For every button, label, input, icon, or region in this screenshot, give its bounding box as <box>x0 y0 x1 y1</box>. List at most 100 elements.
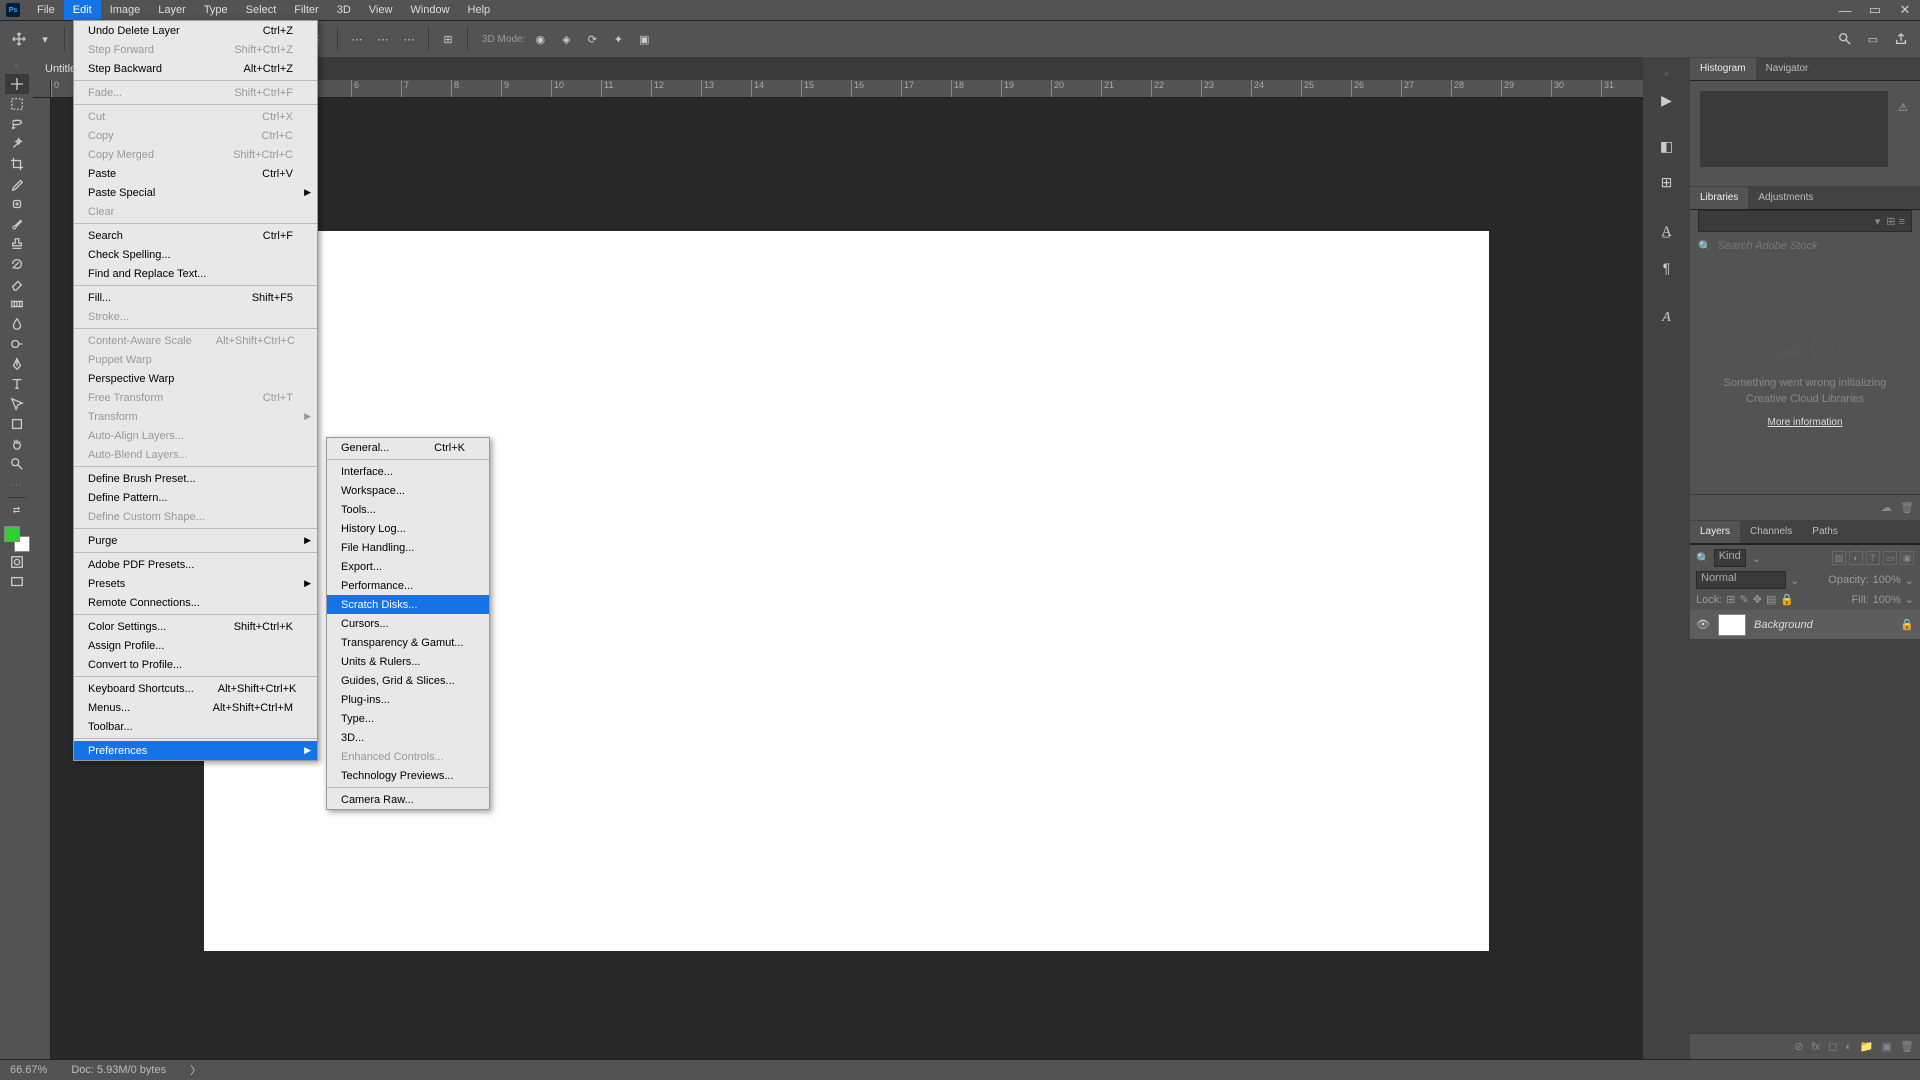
menu-item-color-settings[interactable]: Color Settings...Shift+Ctrl+K <box>74 617 317 636</box>
swatches-panel-icon[interactable]: ⊞ <box>1651 166 1683 198</box>
type-tool[interactable] <box>5 374 29 394</box>
slide-icon[interactable]: ✦ <box>607 28 629 50</box>
menu-item-paste-special[interactable]: Paste Special▶ <box>74 183 317 202</box>
filter-adjust-icon[interactable]: ◐ <box>1849 551 1863 565</box>
trash-icon[interactable]: 🗑 <box>1900 501 1914 514</box>
tool-options-icon[interactable]: ▾ <box>34 28 56 50</box>
lock-nest-icon[interactable]: ▤ <box>1766 593 1776 606</box>
menu-item-find-and-replace-text[interactable]: Find and Replace Text... <box>74 264 317 283</box>
character-panel-icon[interactable]: A̲ <box>1651 216 1683 248</box>
lock-pos-icon[interactable]: ✥ <box>1753 593 1762 606</box>
layer-name[interactable]: Background <box>1754 619 1813 631</box>
menu-layer[interactable]: Layer <box>149 0 195 20</box>
workspace-icon[interactable]: ▭ <box>1862 28 1884 50</box>
scale-icon[interactable]: ▣ <box>633 28 655 50</box>
menu-item-scratch-disks[interactable]: Scratch Disks... <box>327 595 489 614</box>
menu-item-perspective-warp[interactable]: Perspective Warp <box>74 369 317 388</box>
menu-item-step-backward[interactable]: Step BackwardAlt+Ctrl+Z <box>74 59 317 78</box>
menu-item-convert-to-profile[interactable]: Convert to Profile... <box>74 655 317 674</box>
menu-item-define-pattern[interactable]: Define Pattern... <box>74 488 317 507</box>
color-swatches[interactable] <box>4 526 30 552</box>
menu-select[interactable]: Select <box>237 0 286 20</box>
menu-item-keyboard-shortcuts[interactable]: Keyboard Shortcuts...Alt+Shift+Ctrl+K <box>74 679 317 698</box>
group-icon[interactable]: 📁 <box>1860 1040 1874 1053</box>
menu-edit[interactable]: Edit <box>64 0 101 20</box>
filter-shape-icon[interactable]: ▭ <box>1883 551 1897 565</box>
move-tool-icon[interactable] <box>8 28 30 50</box>
menu-item-3d[interactable]: 3D... <box>327 728 489 747</box>
close-button[interactable]: ✕ <box>1890 0 1920 20</box>
menu-item-purge[interactable]: Purge▶ <box>74 531 317 550</box>
marquee-tool[interactable] <box>5 94 29 114</box>
menu-item-camera-raw[interactable]: Camera Raw... <box>327 790 489 809</box>
menu-item-undo-delete-layer[interactable]: Undo Delete LayerCtrl+Z <box>74 21 317 40</box>
move-tool[interactable] <box>5 74 29 94</box>
menu-item-workspace[interactable]: Workspace... <box>327 481 489 500</box>
visibility-icon[interactable]: 👁 <box>1696 618 1710 631</box>
menu-item-file-handling[interactable]: File Handling... <box>327 538 489 557</box>
filter-type-icon[interactable]: T <box>1866 551 1880 565</box>
tab-paths[interactable]: Paths <box>1802 521 1848 543</box>
mask-icon[interactable]: ◻ <box>1828 1040 1837 1053</box>
layer-row[interactable]: 👁 Background 🔒 <box>1690 610 1920 640</box>
play-icon[interactable]: ▶ <box>1651 84 1683 116</box>
menu-image[interactable]: Image <box>101 0 150 20</box>
lock-trans-icon[interactable]: ⊞ <box>1726 593 1735 606</box>
menu-item-presets[interactable]: Presets▶ <box>74 574 317 593</box>
menu-window[interactable]: Window <box>401 0 458 20</box>
menu-item-interface[interactable]: Interface... <box>327 462 489 481</box>
dodge-tool[interactable] <box>5 334 29 354</box>
share-icon[interactable] <box>1890 28 1912 50</box>
layer-filter[interactable]: Kind <box>1714 549 1746 567</box>
menu-item-units-rulers[interactable]: Units & Rulers... <box>327 652 489 671</box>
blend-mode[interactable]: Normal <box>1696 571 1786 589</box>
auto-align-icon[interactable]: ⊞ <box>437 28 459 50</box>
search-icon[interactable] <box>1834 28 1856 50</box>
menu-item-search[interactable]: SearchCtrl+F <box>74 226 317 245</box>
menu-item-toolbar[interactable]: Toolbar... <box>74 717 317 736</box>
gradient-tool[interactable] <box>5 294 29 314</box>
delete-icon[interactable]: 🗑 <box>1900 1040 1914 1053</box>
status-arrow[interactable]: 〉 <box>190 1062 201 1078</box>
ruler-vertical[interactable] <box>33 98 51 1059</box>
pen-tool[interactable] <box>5 354 29 374</box>
minimize-button[interactable]: — <box>1830 0 1860 20</box>
layer-thumbnail[interactable] <box>1718 614 1746 636</box>
roll-icon[interactable]: ⟳ <box>581 28 603 50</box>
zoom-level[interactable]: 66.67% <box>10 1064 47 1076</box>
pan-icon[interactable]: ◈ <box>555 28 577 50</box>
menu-3d[interactable]: 3D <box>328 0 360 20</box>
tab-histogram[interactable]: Histogram <box>1690 58 1756 80</box>
filter-pixel-icon[interactable]: ▧ <box>1832 551 1846 565</box>
lock-icon[interactable]: 🔒 <box>1900 618 1914 631</box>
menu-item-transparency-gamut[interactable]: Transparency & Gamut... <box>327 633 489 652</box>
new-layer-icon[interactable]: ▣ <box>1882 1040 1892 1053</box>
tab-adjustments[interactable]: Adjustments <box>1748 187 1823 209</box>
menu-item-cursors[interactable]: Cursors... <box>327 614 489 633</box>
orbit-icon[interactable]: ◉ <box>529 28 551 50</box>
distribute-h-icon[interactable]: ⋯ <box>398 28 420 50</box>
zoom-tool[interactable] <box>5 454 29 474</box>
swap-colors-icon[interactable]: ⇄ <box>5 500 29 520</box>
menu-item-type[interactable]: Type... <box>327 709 489 728</box>
menu-view[interactable]: View <box>360 0 402 20</box>
maximize-button[interactable]: ▭ <box>1860 0 1890 20</box>
glyphs-panel-icon[interactable]: A <box>1651 302 1683 334</box>
menu-item-fill[interactable]: Fill...Shift+F5 <box>74 288 317 307</box>
menu-item-tools[interactable]: Tools... <box>327 500 489 519</box>
distribute-h-icon[interactable]: ⋯ <box>346 28 368 50</box>
tab-channels[interactable]: Channels <box>1740 521 1802 543</box>
lock-paint-icon[interactable]: ✎ <box>1740 593 1749 606</box>
menu-item-guides-grid-slices[interactable]: Guides, Grid & Slices... <box>327 671 489 690</box>
menu-item-remote-connections[interactable]: Remote Connections... <box>74 593 317 612</box>
fx-icon[interactable]: fx <box>1812 1041 1821 1053</box>
history-brush-tool[interactable] <box>5 254 29 274</box>
menu-item-technology-previews[interactable]: Technology Previews... <box>327 766 489 785</box>
filter-smart-icon[interactable]: ▣ <box>1900 551 1914 565</box>
foreground-color[interactable] <box>4 526 20 542</box>
paragraph-panel-icon[interactable]: ¶ <box>1651 252 1683 284</box>
quickmask-tool[interactable] <box>5 552 29 572</box>
hand-tool[interactable] <box>5 434 29 454</box>
menu-item-general[interactable]: General...Ctrl+K <box>327 438 489 457</box>
distribute-h-icon[interactable]: ⋯ <box>372 28 394 50</box>
